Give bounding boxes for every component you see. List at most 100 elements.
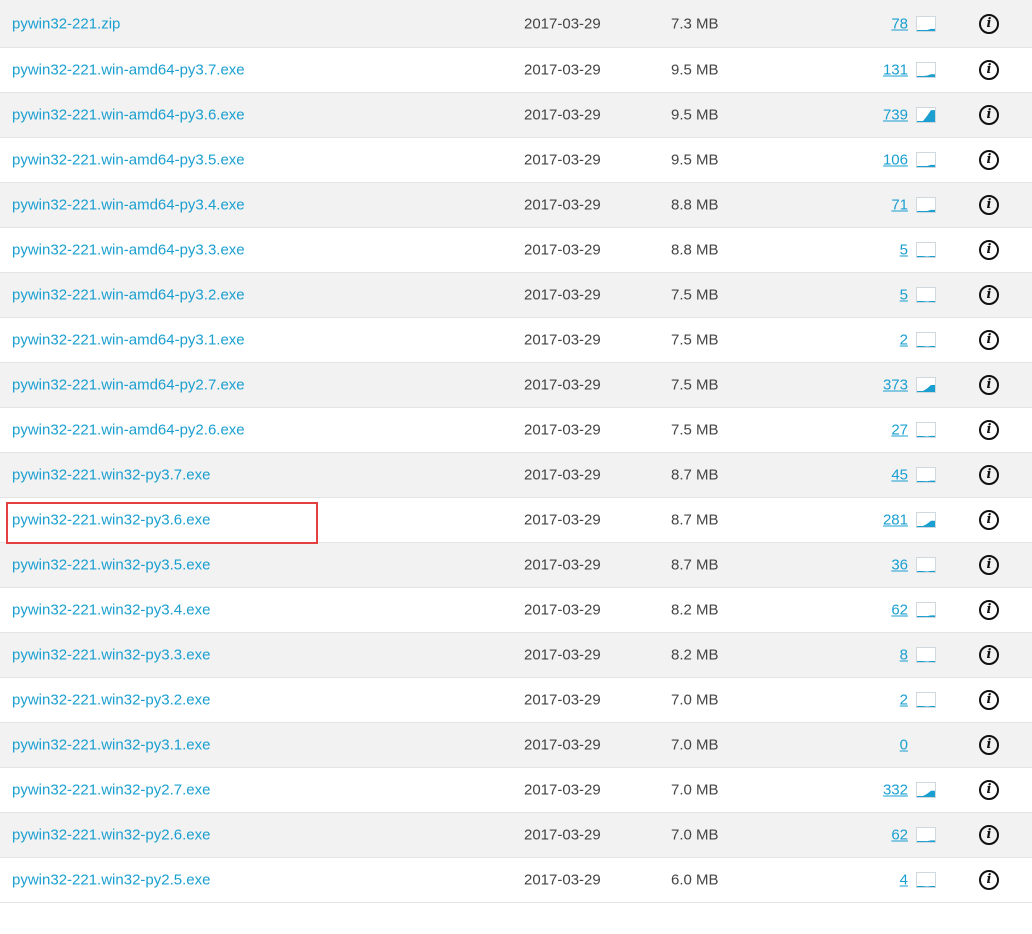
- info-icon[interactable]: i: [979, 420, 999, 440]
- file-link[interactable]: pywin32-221.win-amd64-py3.3.exe: [12, 242, 245, 259]
- download-count-link[interactable]: 281: [883, 512, 908, 529]
- file-link[interactable]: pywin32-221.win-amd64-py2.6.exe: [12, 422, 245, 439]
- download-sparkline[interactable]: [916, 512, 936, 528]
- download-sparkline[interactable]: [916, 782, 936, 798]
- download-sparkline[interactable]: [916, 557, 936, 573]
- download-count-link[interactable]: 373: [883, 377, 908, 394]
- file-table: pywin32-221.zip 2017-03-29 7.3 MB 78 i p…: [0, 0, 1032, 903]
- file-link[interactable]: pywin32-221.win32-py2.6.exe: [12, 827, 210, 844]
- download-count-link[interactable]: 5: [900, 242, 908, 259]
- download-count-link[interactable]: 0: [900, 737, 908, 754]
- file-link[interactable]: pywin32-221.win-amd64-py2.7.exe: [12, 377, 245, 394]
- info-icon[interactable]: i: [979, 105, 999, 125]
- file-link[interactable]: pywin32-221.win-amd64-py3.7.exe: [12, 62, 245, 79]
- file-size: 7.5 MB: [671, 286, 719, 304]
- file-date: 2017-03-29: [524, 871, 601, 889]
- file-date: 2017-03-29: [524, 466, 601, 484]
- file-link[interactable]: pywin32-221.win-amd64-py3.5.exe: [12, 152, 245, 169]
- download-count-link[interactable]: 62: [891, 827, 908, 844]
- download-count-link[interactable]: 2: [900, 332, 908, 349]
- download-sparkline[interactable]: [916, 467, 936, 483]
- file-link[interactable]: pywin32-221.zip: [12, 15, 120, 32]
- file-size: 7.5 MB: [671, 331, 719, 349]
- file-link[interactable]: pywin32-221.win-amd64-py3.4.exe: [12, 197, 245, 214]
- file-date: 2017-03-29: [524, 646, 601, 664]
- table-row: pywin32-221.win-amd64-py2.7.exe 2017-03-…: [0, 363, 1032, 408]
- download-count-link[interactable]: 45: [891, 467, 908, 484]
- file-link[interactable]: pywin32-221.win32-py3.2.exe: [12, 692, 210, 709]
- file-link[interactable]: pywin32-221.win-amd64-py3.6.exe: [12, 107, 245, 124]
- info-icon[interactable]: i: [979, 780, 999, 800]
- table-row: pywin32-221.win-amd64-py3.1.exe 2017-03-…: [0, 318, 1032, 363]
- download-sparkline[interactable]: [916, 827, 936, 843]
- download-sparkline[interactable]: [916, 692, 936, 708]
- info-icon[interactable]: i: [979, 60, 999, 80]
- info-icon[interactable]: i: [979, 330, 999, 350]
- table-row: pywin32-221.win-amd64-py3.6.exe 2017-03-…: [0, 93, 1032, 138]
- file-link[interactable]: pywin32-221.win32-py3.7.exe: [12, 467, 210, 484]
- file-link[interactable]: pywin32-221.win32-py2.5.exe: [12, 872, 210, 889]
- info-icon[interactable]: i: [979, 375, 999, 395]
- file-date: 2017-03-29: [524, 151, 601, 169]
- file-link[interactable]: pywin32-221.win32-py3.3.exe: [12, 647, 210, 664]
- download-count-link[interactable]: 5: [900, 287, 908, 304]
- info-icon[interactable]: i: [979, 240, 999, 260]
- download-sparkline[interactable]: [916, 242, 936, 258]
- download-sparkline[interactable]: [916, 602, 936, 618]
- file-date: 2017-03-29: [524, 15, 601, 32]
- download-sparkline[interactable]: [916, 107, 936, 123]
- info-icon[interactable]: i: [979, 645, 999, 665]
- download-count-link[interactable]: 36: [891, 557, 908, 574]
- file-size: 7.0 MB: [671, 781, 719, 799]
- download-count-link[interactable]: 71: [891, 197, 908, 214]
- file-link[interactable]: pywin32-221.win32-py3.4.exe: [12, 602, 210, 619]
- info-icon[interactable]: i: [979, 150, 999, 170]
- info-icon[interactable]: i: [979, 690, 999, 710]
- info-icon[interactable]: i: [979, 13, 999, 34]
- table-row: pywin32-221.win32-py3.5.exe 2017-03-29 8…: [0, 543, 1032, 588]
- download-sparkline[interactable]: [916, 647, 936, 663]
- file-link[interactable]: pywin32-221.win32-py3.1.exe: [12, 737, 210, 754]
- info-icon[interactable]: i: [979, 285, 999, 305]
- download-count-link[interactable]: 131: [883, 62, 908, 79]
- info-icon[interactable]: i: [979, 510, 999, 530]
- info-icon[interactable]: i: [979, 555, 999, 575]
- download-count-link[interactable]: 27: [891, 422, 908, 439]
- file-link[interactable]: pywin32-221.win32-py2.7.exe: [12, 782, 210, 799]
- file-link[interactable]: pywin32-221.win-amd64-py3.1.exe: [12, 332, 245, 349]
- info-icon[interactable]: i: [979, 465, 999, 485]
- file-date: 2017-03-29: [524, 421, 601, 439]
- file-link[interactable]: pywin32-221.win-amd64-py3.2.exe: [12, 287, 245, 304]
- file-date: 2017-03-29: [524, 241, 601, 259]
- download-sparkline[interactable]: [916, 872, 936, 888]
- download-sparkline[interactable]: [916, 15, 936, 32]
- info-icon[interactable]: i: [979, 735, 999, 755]
- download-sparkline[interactable]: [916, 332, 936, 348]
- file-date: 2017-03-29: [524, 376, 601, 394]
- download-count-link[interactable]: 739: [883, 107, 908, 124]
- download-count-link[interactable]: 4: [900, 872, 908, 889]
- table-row: pywin32-221.zip 2017-03-29 7.3 MB 78 i: [0, 0, 1032, 48]
- download-count-link[interactable]: 78: [891, 15, 908, 32]
- download-sparkline[interactable]: [916, 287, 936, 303]
- download-sparkline[interactable]: [916, 377, 936, 393]
- info-icon[interactable]: i: [979, 870, 999, 890]
- download-sparkline[interactable]: [916, 197, 936, 213]
- file-link[interactable]: pywin32-221.win32-py3.6.exe: [12, 512, 210, 529]
- download-count-link[interactable]: 106: [883, 152, 908, 169]
- download-count-link[interactable]: 2: [900, 692, 908, 709]
- download-count-link[interactable]: 62: [891, 602, 908, 619]
- download-sparkline[interactable]: [916, 62, 936, 78]
- download-count-link[interactable]: 332: [883, 782, 908, 799]
- info-icon[interactable]: i: [979, 825, 999, 845]
- file-link[interactable]: pywin32-221.win32-py3.5.exe: [12, 557, 210, 574]
- download-count-link[interactable]: 8: [900, 647, 908, 664]
- file-date: 2017-03-29: [524, 331, 601, 349]
- download-sparkline[interactable]: [916, 422, 936, 438]
- download-sparkline[interactable]: [916, 152, 936, 168]
- info-icon[interactable]: i: [979, 195, 999, 215]
- table-row: pywin32-221.win32-py3.7.exe 2017-03-29 8…: [0, 453, 1032, 498]
- info-icon[interactable]: i: [979, 600, 999, 620]
- table-row: pywin32-221.win-amd64-py3.7.exe 2017-03-…: [0, 48, 1032, 93]
- table-row: pywin32-221.win32-py3.3.exe 2017-03-29 8…: [0, 633, 1032, 678]
